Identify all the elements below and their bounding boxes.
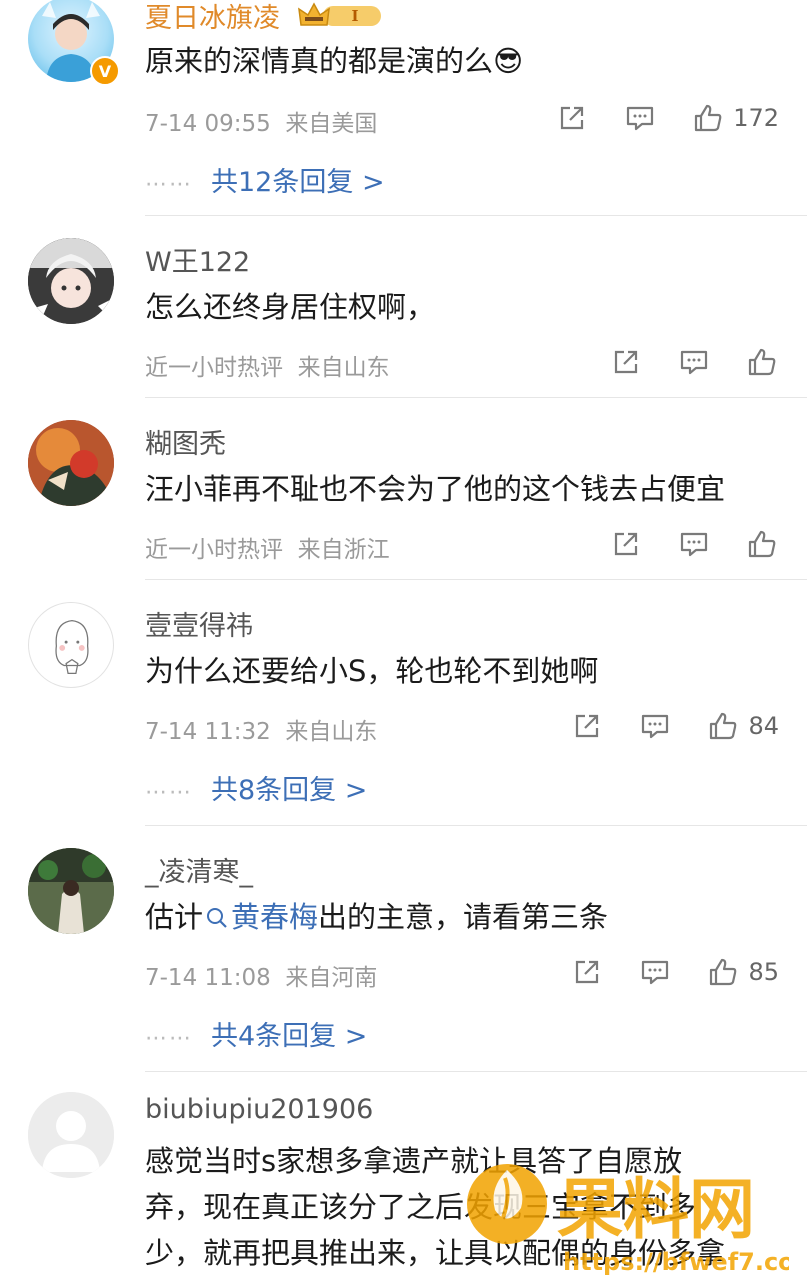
comment-item: 壹壹得祎 为什么还要给小S，轮也轮不到她啊 7-14 11:32 来自山东 84… xyxy=(0,580,807,826)
replies-label[interactable]: 共4条回复 > xyxy=(211,1021,367,1052)
comment-actions: 172 xyxy=(555,98,779,138)
commenter-name[interactable]: _凌清寒_ xyxy=(145,850,253,889)
commenter-name[interactable]: 糊图秃 xyxy=(145,422,226,461)
comment-text: 怎么还终身居住权啊， xyxy=(145,290,436,324)
avatar[interactable] xyxy=(28,238,114,324)
like-icon[interactable] xyxy=(706,709,740,743)
topic-link-text[interactable]: 黄春梅 xyxy=(231,900,318,934)
comment-item: _凌清寒_ 估计 黄春梅出的主意，请看第三条 7-14 11:08 来自河南 85… xyxy=(0,826,807,1072)
comment-text: 汪小菲再不耻也不会为了他的这个钱去占便宜 xyxy=(145,472,726,506)
comment-item: biubiupiu201906 感觉当时s家想多拿遗产就让具答了自愿放 弃，现在… xyxy=(0,1072,807,1280)
avatar[interactable] xyxy=(28,1092,114,1178)
comment-location: 来自浙江 xyxy=(297,537,390,563)
verified-badge-icon: V xyxy=(90,56,120,86)
like-icon[interactable] xyxy=(745,527,779,561)
comment-meta: 7-14 11:32 来自山东 xyxy=(145,712,377,746)
comment-actions xyxy=(609,342,779,382)
share-icon[interactable] xyxy=(609,527,643,561)
commenter-name[interactable]: 壹壹得祎 xyxy=(145,604,253,643)
share-icon[interactable] xyxy=(570,709,604,743)
comment-actions: 85 xyxy=(570,952,779,992)
comment-item: 糊图秃 汪小菲再不耻也不会为了他的这个钱去占便宜 近一小时热评 来自浙江 xyxy=(0,398,807,580)
search-icon xyxy=(207,908,227,928)
comment-location: 来自山东 xyxy=(285,719,378,745)
share-icon[interactable] xyxy=(609,345,643,379)
dots-icon: ⋯⋯ xyxy=(145,1026,193,1051)
like-icon[interactable] xyxy=(691,101,725,135)
comment-location: 来自山东 xyxy=(297,355,390,381)
comment-icon[interactable] xyxy=(638,955,672,989)
comment-time: 近一小时热评 xyxy=(145,537,283,563)
comment-text-line-3: 少，就再把具推出来，让具以配偶的身份多拿 xyxy=(145,1236,726,1270)
avatar[interactable] xyxy=(28,602,114,688)
avatar[interactable] xyxy=(28,848,114,934)
comment-time: 7-14 11:32 xyxy=(145,719,271,745)
comment-location: 来自河南 xyxy=(285,965,378,991)
comment-icon[interactable] xyxy=(623,101,657,135)
comment-actions xyxy=(609,524,779,564)
comment-meta: 近一小时热评 来自山东 xyxy=(145,348,390,382)
comment-meta: 近一小时热评 来自浙江 xyxy=(145,530,390,564)
like-count: 84 xyxy=(748,712,779,740)
comment-meta: 7-14 09:55 来自美国 xyxy=(145,104,377,138)
comment-time: 7-14 11:08 xyxy=(145,965,271,991)
comment-time: 近一小时热评 xyxy=(145,355,283,381)
share-icon[interactable] xyxy=(570,955,604,989)
dots-icon: ⋯⋯ xyxy=(145,780,193,805)
like-count: 85 xyxy=(748,958,779,986)
commenter-name[interactable]: biubiupiu201906 xyxy=(145,1094,373,1125)
comment-text-line-2: 弃，现在真正该分了之后发现三宝拿不到多 xyxy=(145,1190,697,1224)
replies-label[interactable]: 共8条回复 > xyxy=(211,775,367,806)
crown-level-badge-icon: I xyxy=(297,1,383,38)
topic-link[interactable]: 黄春梅 xyxy=(203,900,318,934)
comment-time: 7-14 09:55 xyxy=(145,111,271,137)
comment-meta: 7-14 11:08 来自河南 xyxy=(145,958,377,992)
comment-text: 为什么还要给小S，轮也轮不到她啊 xyxy=(145,654,599,688)
comment-item: V 夏日冰旗凌 I 原来的深情真的都是演的么😎 7-14 09:55 来自美国 … xyxy=(0,0,807,216)
comment-icon[interactable] xyxy=(677,527,711,561)
like-icon[interactable] xyxy=(745,345,779,379)
badge-level-text: I xyxy=(351,7,358,25)
like-icon[interactable] xyxy=(706,955,740,989)
comment-icon[interactable] xyxy=(677,345,711,379)
comment-item: W王122 怎么还终身居住权啊， 近一小时热评 来自山东 xyxy=(0,216,807,398)
like-count: 172 xyxy=(733,104,779,132)
commenter-name[interactable]: 夏日冰旗凌 I xyxy=(145,0,383,38)
comment-text: 原来的深情真的都是演的么😎 xyxy=(145,44,524,78)
commenter-name[interactable]: W王122 xyxy=(145,240,250,279)
replies-label[interactable]: 共12条回复 > xyxy=(211,167,385,198)
view-replies-link[interactable]: ⋯⋯ 共8条回复 > xyxy=(145,768,367,807)
avatar[interactable] xyxy=(28,420,114,506)
view-replies-link[interactable]: ⋯⋯ 共12条回复 > xyxy=(145,160,385,199)
comment-icon[interactable] xyxy=(638,709,672,743)
comment-location: 来自美国 xyxy=(285,111,378,137)
commenter-name-text[interactable]: 夏日冰旗凌 xyxy=(145,3,280,34)
dots-icon: ⋯⋯ xyxy=(145,172,193,197)
comment-text-line-1: 感觉当时s家想多拿遗产就让具答了自愿放 xyxy=(145,1144,683,1178)
share-icon[interactable] xyxy=(555,101,589,135)
comment-text-after: 出的主意，请看第三条 xyxy=(318,900,609,934)
comment-text: 估计 黄春梅出的主意，请看第三条 xyxy=(145,894,783,940)
comment-actions: 84 xyxy=(570,706,779,746)
view-replies-link[interactable]: ⋯⋯ 共4条回复 > xyxy=(145,1014,367,1053)
comment-text-before: 估计 xyxy=(145,900,204,934)
